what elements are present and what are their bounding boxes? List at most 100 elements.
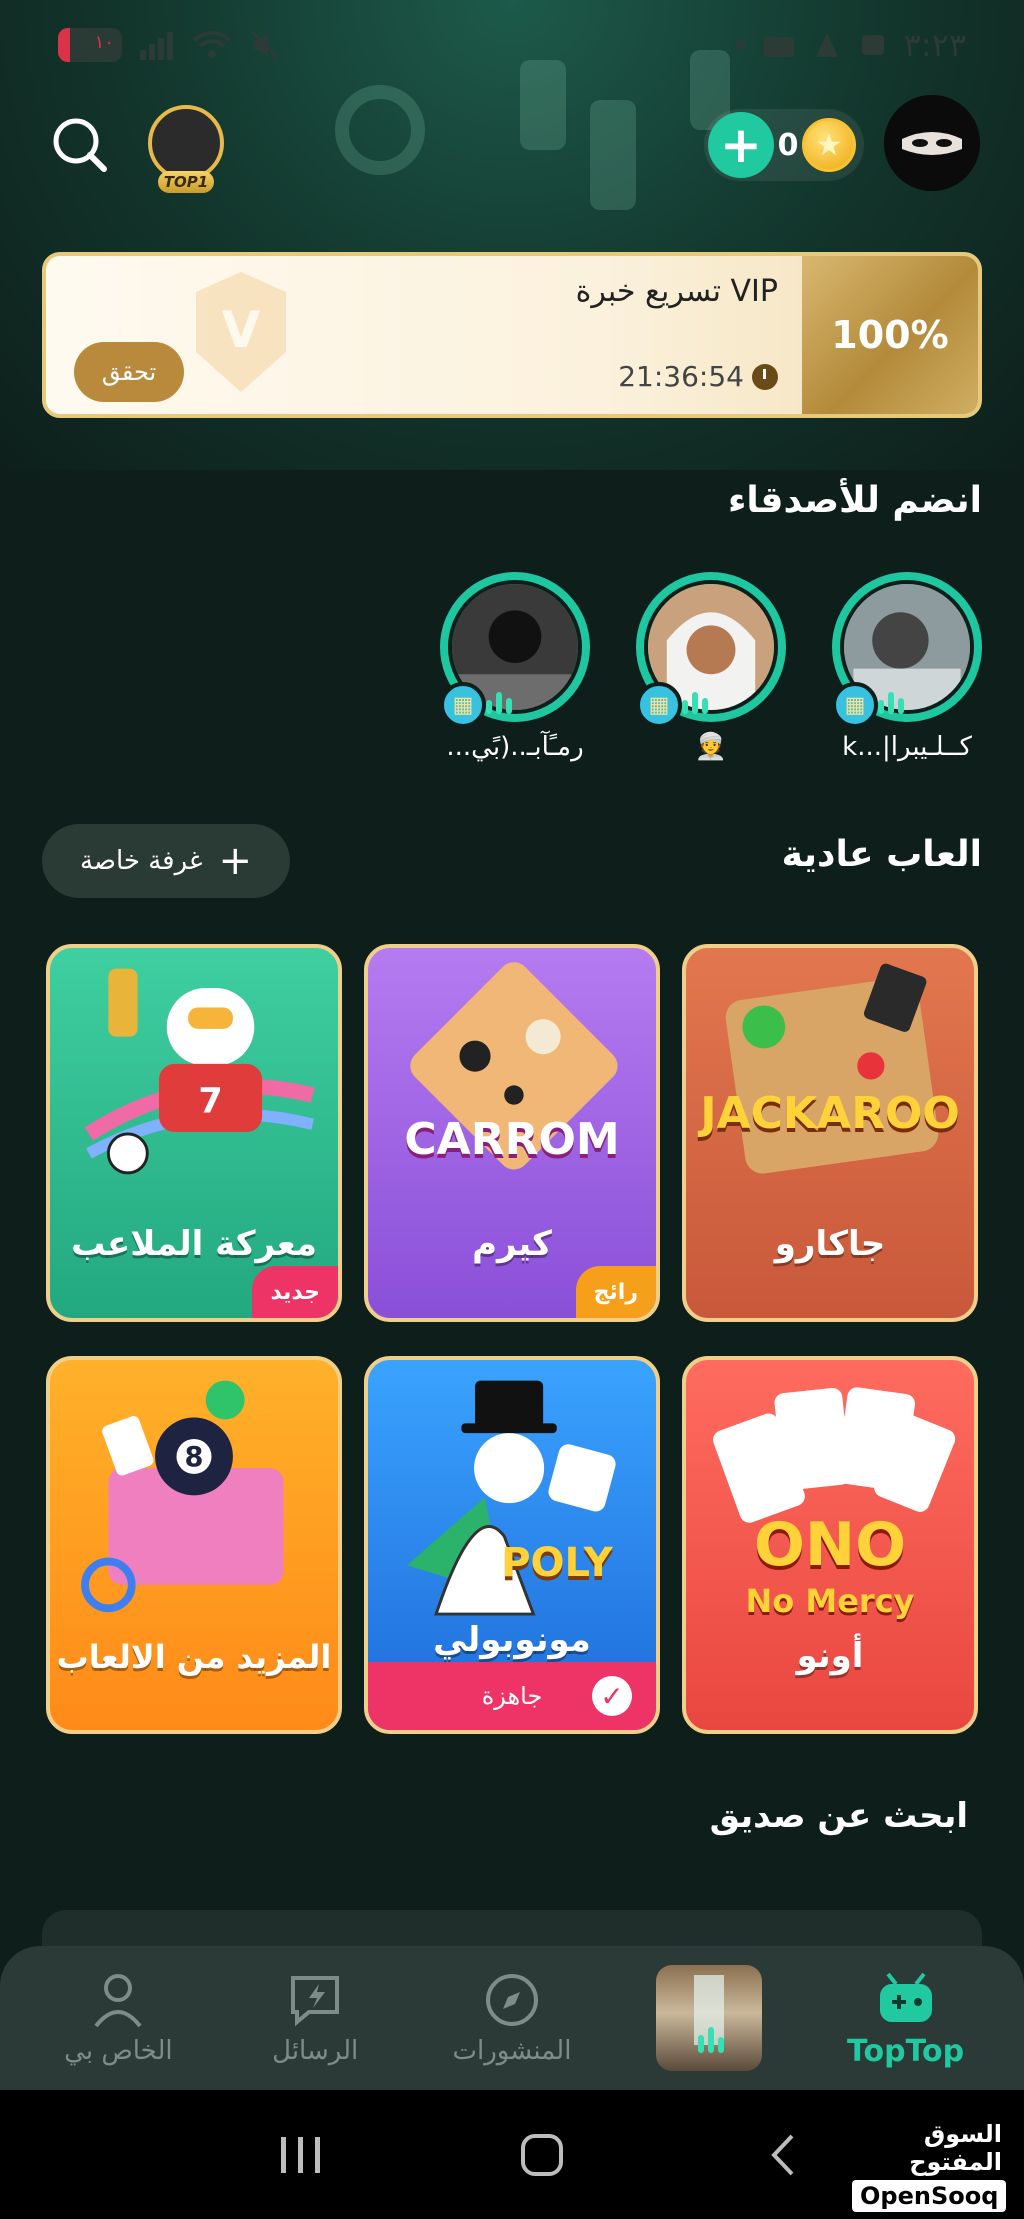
friend-item[interactable]: ▦ رمـًآبـ..(بًي... <box>440 572 590 772</box>
status-right: ٣:٢٣ <box>735 26 966 64</box>
coin-count: 0 <box>777 127 799 163</box>
voice-room-icon: ▦ <box>440 682 486 728</box>
search-icon <box>53 118 107 172</box>
vip-check-button[interactable]: تحقق <box>74 342 184 402</box>
nav-label: الرسائل <box>272 2036 359 2066</box>
coin-star-icon: ★ <box>802 118 856 172</box>
live-audio-icon <box>878 692 904 714</box>
home-icon <box>520 2133 563 2176</box>
profile-avatar[interactable] <box>884 95 980 191</box>
trending-tag: رائج <box>575 1266 656 1318</box>
home-button[interactable] <box>512 2125 572 2185</box>
nav-label: TopTop <box>847 2033 965 2069</box>
vip-title: تسريع خبرة VIP <box>575 274 778 309</box>
find-friend-title: ابحث عن صديق <box>709 1796 968 1836</box>
friend-name: رمـًآبـ..(بًي... <box>446 732 584 762</box>
nav-toptop[interactable]: TopTop <box>816 1958 996 2078</box>
room-thumbnail <box>655 1965 762 2071</box>
vip-timer: 21:36:54 <box>618 360 778 393</box>
live-audio-icon <box>682 692 708 714</box>
game-name: مونوبولي <box>433 1620 591 1660</box>
vip-progress-percent: 100% <box>802 256 978 414</box>
dot-icon <box>735 40 746 50</box>
top-rank-avatar[interactable] <box>148 105 224 181</box>
game-card-stadium-battle[interactable]: 7 معركة الملاعب جديد <box>46 944 342 1322</box>
ready-status-bar: جاهزة ✓ <box>368 1662 656 1730</box>
back-icon <box>771 2134 794 2175</box>
back-button[interactable] <box>753 2125 813 2185</box>
checkmark-icon: ✓ <box>592 1676 632 1716</box>
friends-section-title: انضم للأصدقاء <box>727 480 982 521</box>
wifi-icon <box>192 31 232 58</box>
private-room-button[interactable]: غرفة خاصة + <box>42 824 290 898</box>
game-card-ono[interactable]: ONO No Mercy أونو <box>682 1356 978 1734</box>
voice-room-icon: ▦ <box>832 682 878 728</box>
signal-icon <box>140 32 173 60</box>
game-card-jackaroo[interactable]: JACKAROO جاكارو <box>682 944 978 1322</box>
friend-avatar: ▦ <box>440 572 590 728</box>
game-name: أونو <box>796 1636 864 1676</box>
friend-name: 👳 <box>694 732 728 762</box>
notification-icon <box>861 35 884 55</box>
notification-icon <box>763 37 794 57</box>
jackaroo-logo: JACKAROO <box>700 1088 960 1139</box>
battery-icon: ١٠ <box>58 28 122 62</box>
game-name: جاكارو <box>774 1224 886 1264</box>
bottom-navigation: الخاص بي الرسائل المنشورات TopTop <box>0 1946 1024 2090</box>
nav-messages[interactable]: الرسائل <box>225 1958 405 2078</box>
game-card-monopoly[interactable]: POLY مونوبولي جاهزة ✓ <box>364 1356 660 1734</box>
voice-room-icon: ▦ <box>636 682 682 728</box>
add-coins-button[interactable]: + <box>708 112 774 178</box>
ready-label: جاهزة <box>481 1682 543 1710</box>
friend-item[interactable]: ▦ 👳 <box>636 572 786 772</box>
watermark-arabic: السوق المفتوح <box>909 2120 1002 2176</box>
game-name: المزيد من الالعاب <box>56 1638 332 1676</box>
gamepad-icon <box>879 1972 932 2022</box>
ono-logo: ONO <box>753 1510 907 1580</box>
nav-posts[interactable]: المنشورات <box>422 1958 602 2078</box>
monopoly-logo: POLY <box>501 1540 613 1586</box>
game-card-carrom[interactable]: CARROM كيرم رائج <box>364 944 660 1322</box>
live-audio-icon <box>486 692 512 714</box>
games-section-title: العاب عادية <box>781 834 982 875</box>
search-button[interactable] <box>50 115 110 175</box>
live-audio-icon <box>693 1975 724 2053</box>
opensooq-watermark: السوق المفتوح OpenSooq <box>852 2120 1007 2212</box>
top-bar: TOP1 + 0 ★ <box>0 95 1024 195</box>
game-card-more-games[interactable]: 8 المزيد من الالعاب <box>46 1356 342 1734</box>
person-icon <box>94 1974 142 2028</box>
watermark-english: OpenSooq <box>852 2180 1007 2212</box>
status-left: ١٠ <box>58 28 280 62</box>
friend-name: كــلـيبرا|...k <box>842 732 972 762</box>
coin-balance[interactable]: + 0 ★ <box>704 109 864 181</box>
svg-text:8: 8 <box>185 1442 204 1473</box>
message-bolt-icon <box>291 1976 340 2027</box>
ono-logo-subtitle: No Mercy <box>745 1582 915 1620</box>
friends-list: ▦ كــلـيبرا|...k ▦ 👳 ▦ رمـًآبـ..(بًي... <box>0 572 1024 782</box>
status-time: ٣:٢٣ <box>903 26 966 64</box>
status-bar: ١٠ ٣:٢٣ <box>0 0 1024 90</box>
private-room-label: غرفة خاصة <box>79 846 203 876</box>
plus-icon: + <box>218 838 253 884</box>
nav-room[interactable] <box>619 1958 799 2078</box>
friend-avatar: ▦ <box>636 572 786 728</box>
carrom-logo: CARROM <box>404 1114 620 1165</box>
nav-label: الخاص بي <box>64 2036 173 2066</box>
game-name: كيرم <box>472 1224 552 1264</box>
clock-icon <box>752 363 778 390</box>
new-tag: جديد <box>252 1266 338 1318</box>
friend-avatar: ▦ <box>832 572 982 728</box>
compass-icon <box>485 1974 538 2026</box>
mute-icon <box>250 30 280 60</box>
vip-boost-card[interactable]: V تسريع خبرة VIP 21:36:54 تحقق 100% <box>42 252 982 418</box>
vip-timer-text: 21:36:54 <box>618 360 744 393</box>
nav-profile[interactable]: الخاص بي <box>28 1958 208 2078</box>
top-rank-badge: TOP1 <box>158 171 214 193</box>
game-name: معركة الملاعب <box>71 1224 317 1264</box>
friend-item[interactable]: ▦ كــلـيبرا|...k <box>832 572 982 772</box>
recent-apps-button[interactable] <box>271 2125 331 2185</box>
recent-apps-icon <box>280 2136 320 2173</box>
svg-text:7: 7 <box>198 1081 222 1122</box>
nav-label: المنشورات <box>452 2036 572 2066</box>
svg-text:V: V <box>222 301 261 359</box>
